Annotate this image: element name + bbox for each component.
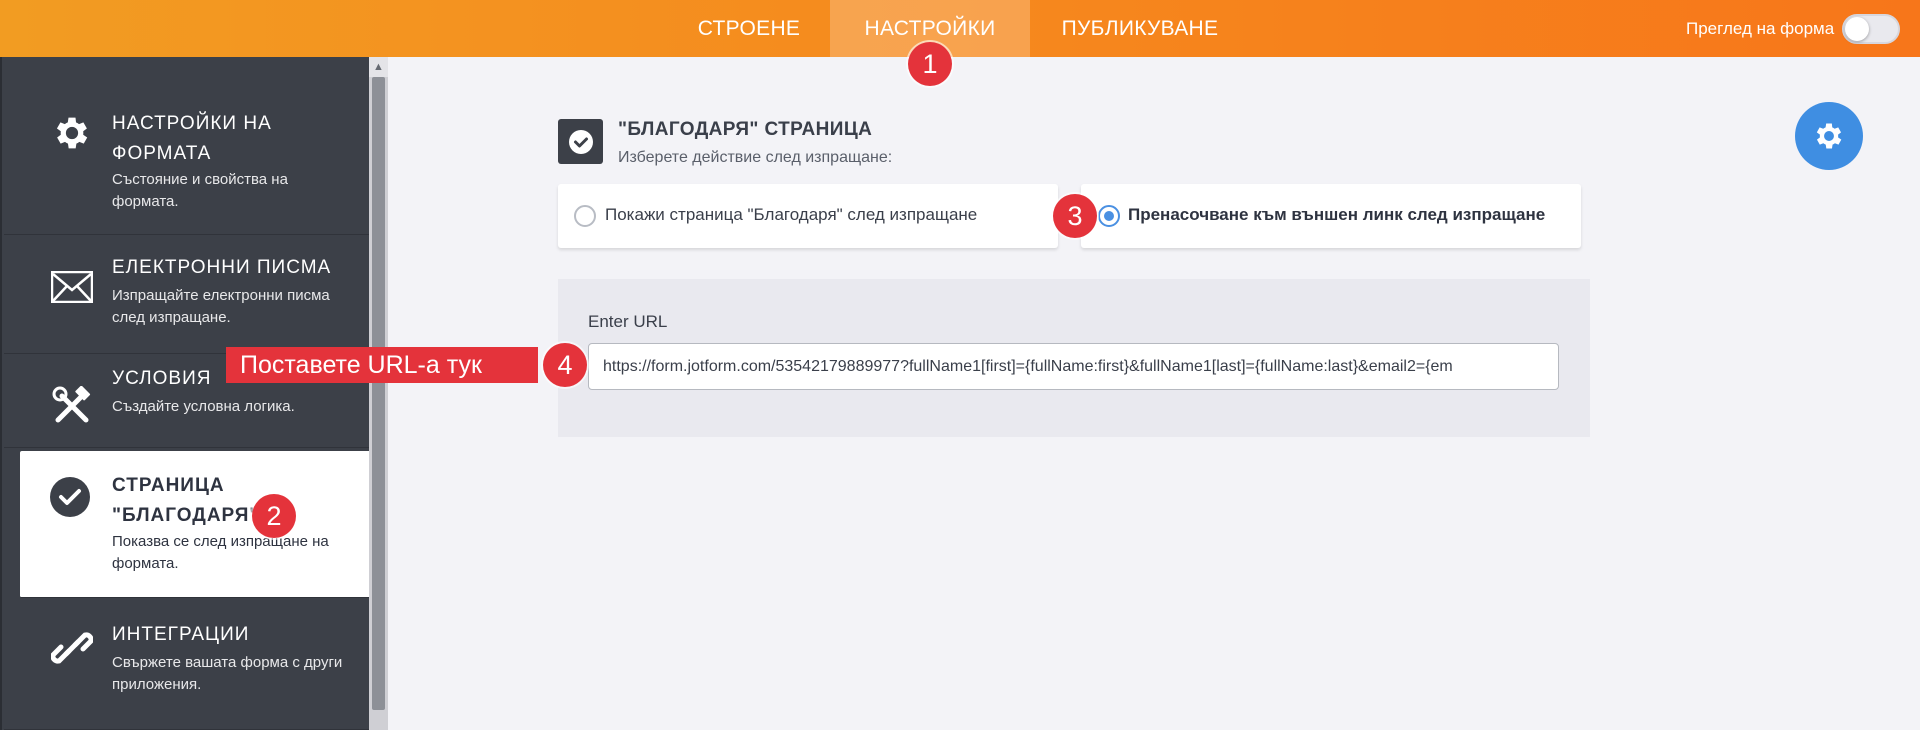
sidebar-item-desc: Изпращайте електронни писма след изпраща…: [112, 287, 330, 326]
scroll-thumb[interactable]: [372, 77, 385, 710]
sidebar-item-desc: Показва се след изпращане на формата.: [112, 533, 329, 572]
tab-publish[interactable]: ПУБЛИКУВАНЕ: [1050, 0, 1230, 57]
annotation-badge: 4: [543, 343, 587, 387]
option-redirect-external-link[interactable]: Пренасочване към външен линк след изпращ…: [1081, 184, 1581, 248]
annotation-callout: Поставете URL-а тук: [226, 347, 538, 383]
section-title: "БЛАГОДАРЯ" СТРАНИЦА: [618, 119, 873, 140]
toggle-knob: [1845, 17, 1869, 41]
form-preview-toggle[interactable]: [1842, 14, 1900, 44]
annotation-badge: 1: [908, 42, 952, 86]
settings-sidebar: НАСТРОЙКИ НА ФОРМАТА Състояние и свойств…: [0, 57, 369, 730]
sidebar-item-thank-you-page[interactable]: СТРАНИЦА "БЛАГОДАРЯ" Показва се след изп…: [20, 451, 369, 598]
annotation-badge: 2: [252, 494, 296, 538]
sidebar-item-desc: Свържете вашата форма с други приложения…: [112, 654, 343, 693]
gear-icon: [50, 111, 94, 155]
sidebar-item-desc: Създайте условна логика.: [112, 398, 295, 415]
form-preview-label: Преглед на форма: [1686, 19, 1835, 38]
sidebar-item-form-settings[interactable]: НАСТРОЙКИ НА ФОРМАТА Състояние и свойств…: [4, 57, 369, 235]
envelope-icon: [50, 265, 94, 309]
section-subtitle: Изберете действие след изпращане:: [618, 149, 893, 166]
gear-icon: [1816, 123, 1842, 149]
radio-show-thank-you-page[interactable]: [574, 205, 596, 227]
tools-icon: [50, 384, 94, 428]
option-show-thank-you-page[interactable]: Покажи страница "Благодаря" след изпраща…: [558, 184, 1058, 248]
url-field-label: Enter URL: [588, 312, 668, 331]
url-input[interactable]: [588, 343, 1559, 390]
sidebar-item-title: СТРАНИЦА "БЛАГОДАРЯ": [112, 475, 260, 526]
settings-gear-button[interactable]: [1795, 102, 1863, 170]
check-icon: [558, 119, 603, 164]
url-panel: Enter URL: [558, 279, 1590, 437]
sidebar-scrollbar[interactable]: ▲: [369, 57, 388, 730]
annotation-badge: 3: [1053, 194, 1097, 238]
scroll-up-arrow-icon[interactable]: ▲: [369, 57, 388, 77]
sidebar-item-title: ИНТЕГРАЦИИ: [112, 624, 250, 645]
top-navigation-bar: СТРОЕНЕ НАСТРОЙКИ ПУБЛИКУВАНЕ Преглед на…: [0, 0, 1920, 57]
option-label: Пренасочване към външен линк след изпращ…: [1128, 205, 1546, 224]
radio-redirect-external-link[interactable]: [1098, 205, 1120, 227]
sidebar-item-title: ЕЛЕКТРОННИ ПИСМА: [112, 257, 332, 278]
option-label: Покажи страница "Благодаря" след изпраща…: [605, 205, 978, 224]
sidebar-item-integrations[interactable]: ИНТЕГРАЦИИ Свържете вашата форма с други…: [4, 600, 369, 730]
link-icon: [50, 626, 94, 670]
tab-build[interactable]: СТРОЕНЕ: [678, 0, 820, 57]
sidebar-item-desc: Състояние и свойства на формата.: [112, 171, 288, 210]
sidebar-item-title: НАСТРОЙКИ НА ФОРМАТА: [112, 113, 272, 164]
check-circle-icon: [48, 475, 92, 519]
sidebar-item-emails[interactable]: ЕЛЕКТРОННИ ПИСМА Изпращайте електронни п…: [4, 235, 369, 354]
